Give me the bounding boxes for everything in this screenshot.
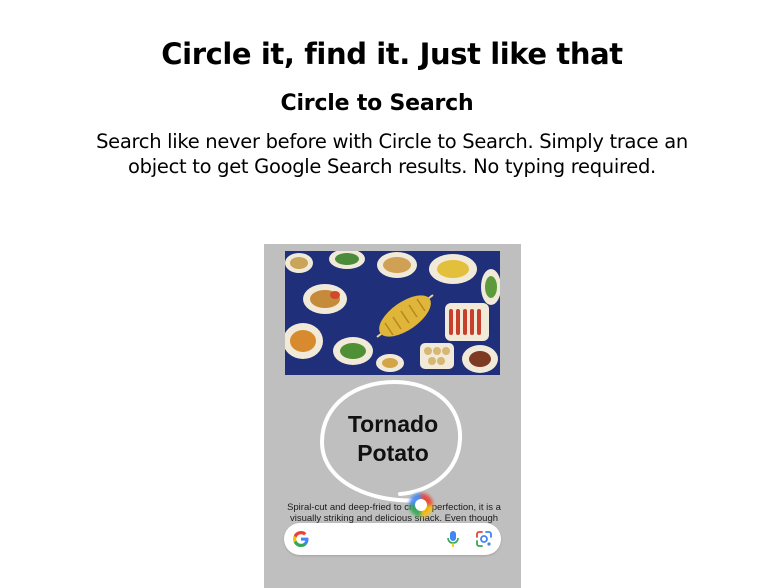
result-snippet: Spiral-cut and deep-fried to crispy perf…	[287, 502, 501, 524]
orb-center	[415, 499, 427, 511]
circled-item-label: Tornado Potato	[347, 411, 439, 466]
microphone-icon[interactable]	[446, 530, 460, 548]
page-headline: Circle it, find it. Just like that	[161, 37, 623, 71]
phone-screen-demo: Tornado Potato Spiral-cut and deep-fried…	[264, 244, 521, 588]
food-photo	[285, 251, 500, 375]
feature-description: Search like never before with Circle to …	[96, 130, 688, 178]
google-lens-icon[interactable]	[475, 530, 493, 548]
page-subtitle: Circle to Search	[280, 91, 474, 116]
food-illustration	[285, 251, 500, 375]
google-search-bar[interactable]	[284, 523, 501, 555]
google-g-icon	[293, 531, 309, 547]
